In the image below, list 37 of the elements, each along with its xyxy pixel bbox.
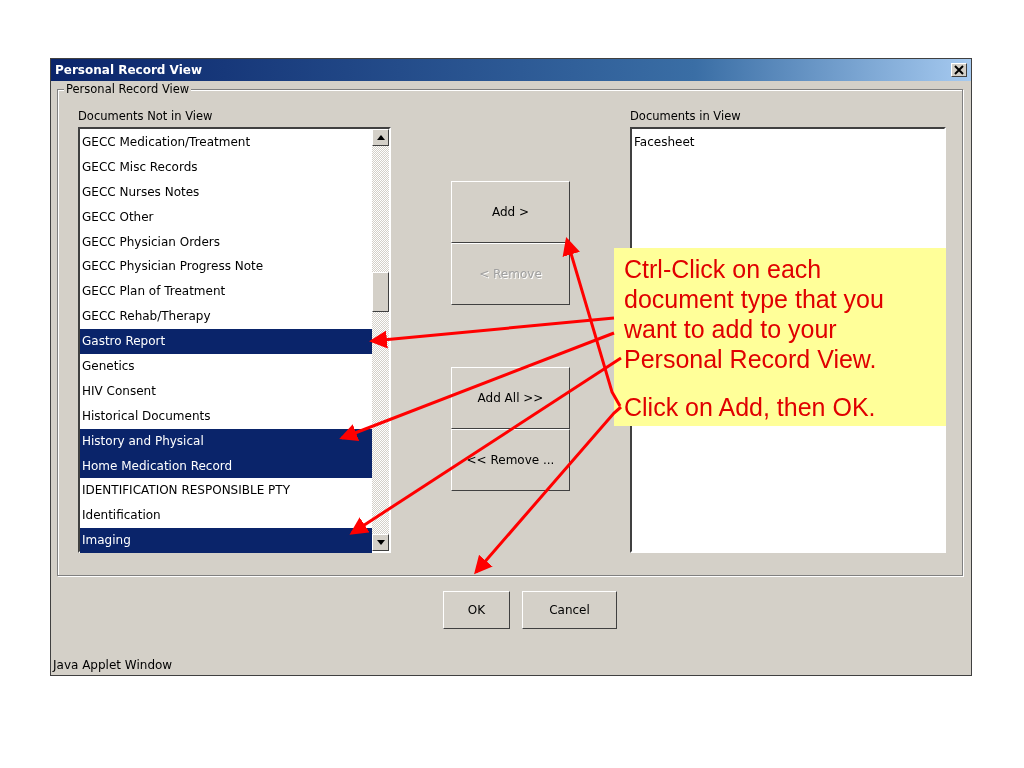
- down-arrow-icon: [376, 540, 385, 545]
- list-item[interactable]: GECC Nurses Notes: [80, 179, 372, 205]
- scrollbar-thumb[interactable]: [372, 272, 389, 312]
- list-item[interactable]: HIV Consent: [80, 378, 372, 404]
- list-item[interactable]: History and Physical: [80, 428, 372, 454]
- list-item[interactable]: GECC Rehab/Therapy: [80, 304, 372, 330]
- close-button[interactable]: [951, 63, 967, 77]
- list-item[interactable]: Historical Documents: [80, 403, 372, 429]
- move-button[interactable]: Add >: [451, 181, 570, 243]
- dialog-button[interactable]: OK: [443, 591, 510, 629]
- move-button[interactable]: << Remove ...: [451, 429, 570, 491]
- list-label: Documents Not in View: [78, 108, 214, 124]
- list-item[interactable]: Home Medication Record: [80, 453, 372, 479]
- list-item[interactable]: Gastro Report: [80, 329, 372, 354]
- dialog-button[interactable]: Cancel: [522, 591, 617, 629]
- list-item[interactable]: Identification: [80, 503, 372, 529]
- up-arrow-icon: [376, 135, 385, 140]
- list-item[interactable]: GECC Plan of Treatment: [80, 279, 372, 305]
- list-item[interactable]: Facesheet: [632, 130, 944, 155]
- list-item[interactable]: GECC Misc Records: [80, 154, 372, 180]
- window-title: Personal Record View: [55, 63, 202, 77]
- group-title: Personal Record View: [64, 82, 192, 96]
- list-item[interactable]: Genetics: [80, 354, 372, 379]
- close-icon: [954, 65, 964, 75]
- list-item[interactable]: GECC Other: [80, 204, 372, 230]
- scroll-up-button[interactable]: [372, 129, 389, 146]
- list-label: Documents in View: [630, 108, 742, 124]
- list-item[interactable]: GECC Medication/Treatment: [80, 130, 372, 155]
- list-item[interactable]: GECC Physician Progress Note: [80, 254, 372, 280]
- callout-text: Click on Add, then OK.: [624, 392, 877, 422]
- list-item[interactable]: Imaging: [80, 528, 372, 554]
- list-item[interactable]: GECC Physician Orders: [80, 229, 372, 255]
- status-bar-text: Java Applet Window: [51, 658, 174, 674]
- move-button[interactable]: Add All >>: [451, 367, 570, 429]
- list-item[interactable]: IDENTIFICATION RESPONSIBLE PTY: [80, 478, 372, 504]
- scroll-down-button[interactable]: [372, 534, 389, 551]
- callout-text: Ctrl-Click on each document type that you want to add to your Personal Record View.: [624, 254, 885, 374]
